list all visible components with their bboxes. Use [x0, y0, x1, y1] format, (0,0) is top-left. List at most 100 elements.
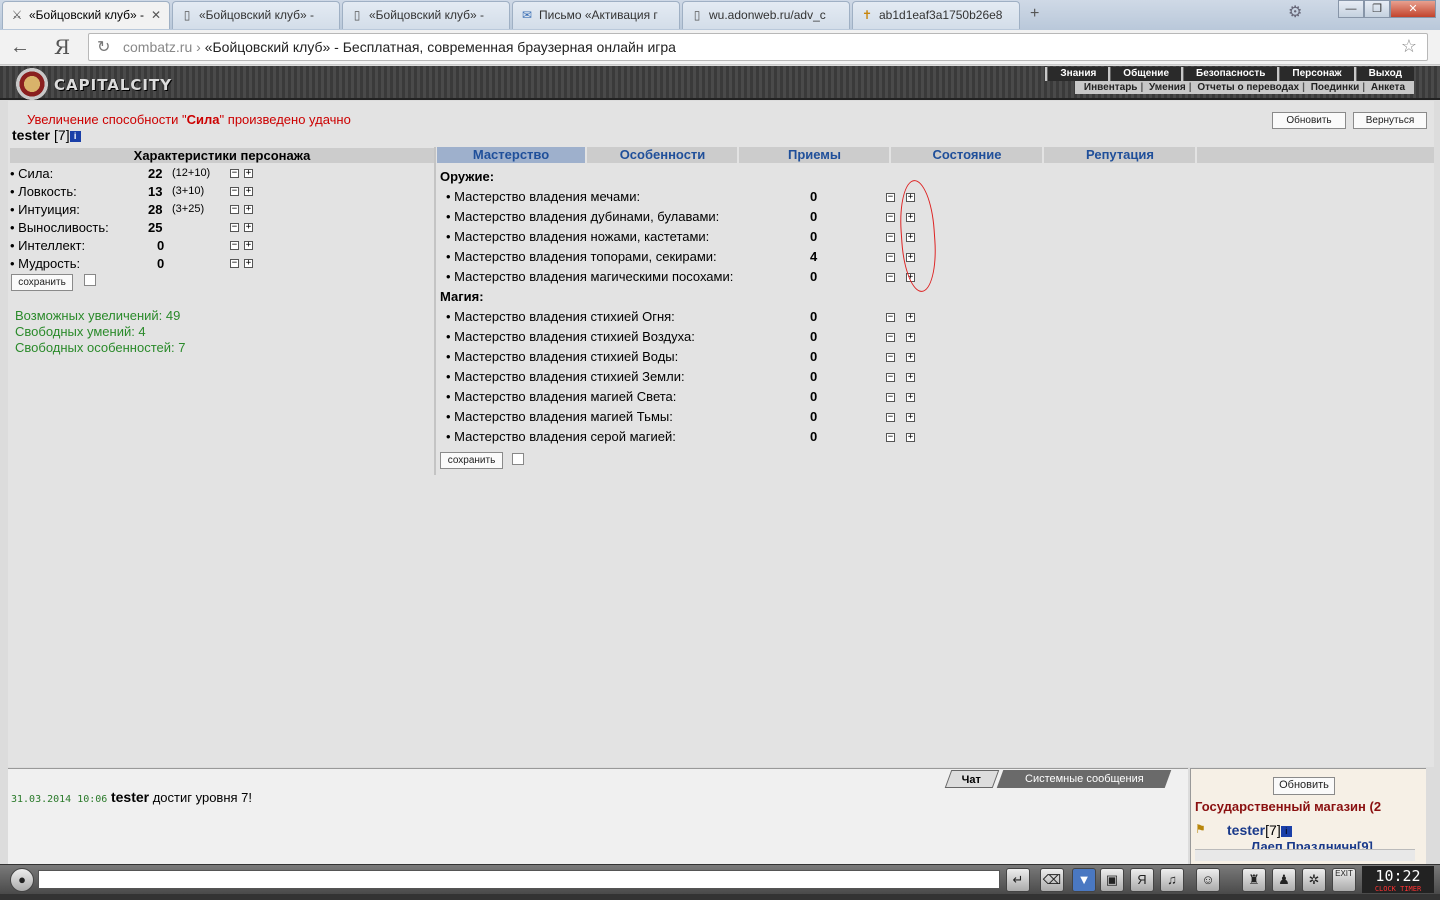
minus-icon[interactable]: −	[230, 205, 239, 214]
plus-icon[interactable]: +	[244, 259, 253, 268]
bug-icon[interactable]: ✲	[1302, 868, 1326, 892]
plus-icon[interactable]: +	[906, 373, 915, 382]
info-icon[interactable]: i	[69, 131, 81, 142]
tab-reputation[interactable]: Репутация	[1045, 147, 1197, 163]
plus-icon[interactable]: +	[906, 393, 915, 402]
shop-title[interactable]: Государственный магазин (2	[1195, 799, 1381, 814]
browser-tab-3[interactable]: ▯ «Бойцовский клуб» -	[342, 1, 510, 29]
minus-icon[interactable]: −	[886, 253, 895, 262]
minus-icon[interactable]: −	[230, 241, 239, 250]
plus-icon[interactable]: +	[906, 333, 915, 342]
save-stats-checkbox[interactable]	[84, 274, 96, 286]
eraser-icon[interactable]: ⌫	[1040, 868, 1064, 892]
plus-icon[interactable]: +	[244, 169, 253, 178]
minus-icon[interactable]: −	[230, 169, 239, 178]
minus-icon[interactable]: −	[886, 333, 895, 342]
minus-icon[interactable]: −	[886, 313, 895, 322]
menu-security[interactable]: Безопасность	[1183, 67, 1278, 81]
save-log-icon[interactable]: ▣	[1100, 868, 1124, 892]
plus-icon[interactable]: +	[244, 187, 253, 196]
plus-icon[interactable]: +	[906, 313, 915, 322]
online-user[interactable]: tester[7] i	[1227, 822, 1292, 838]
save-skills-checkbox[interactable]	[512, 453, 524, 465]
info-icon[interactable]: i	[1280, 826, 1292, 837]
maximize-button[interactable]: ❐	[1364, 0, 1390, 18]
submenu-skills[interactable]: Умения	[1146, 82, 1189, 93]
menu-exit[interactable]: Выход	[1355, 67, 1414, 81]
plus-icon[interactable]: +	[906, 433, 915, 442]
reload-icon[interactable]: ↻	[97, 37, 110, 57]
minus-icon[interactable]: −	[230, 259, 239, 268]
yandex-button[interactable]: Я	[54, 35, 70, 59]
plus-icon[interactable]: +	[906, 353, 915, 362]
menu-communication[interactable]: Общение	[1110, 67, 1181, 81]
minus-icon[interactable]: −	[886, 193, 895, 202]
message-user[interactable]: tester	[111, 789, 149, 805]
filter-icon[interactable]: ▼	[1072, 868, 1096, 892]
tab-features[interactable]: Особенности	[588, 147, 739, 163]
minus-icon[interactable]: −	[230, 187, 239, 196]
browser-tab-1[interactable]: ⚔ «Бойцовский клуб» - ✕	[2, 1, 170, 29]
tab-system-messages[interactable]: Системные сообщения	[996, 770, 1172, 788]
submenu-inventory[interactable]: Инвентарь	[1081, 82, 1141, 93]
tab-mastery[interactable]: Мастерство	[437, 147, 587, 163]
minus-icon[interactable]: −	[886, 233, 895, 242]
submenu-fights[interactable]: Поединки	[1308, 82, 1363, 93]
back-button[interactable]: Вернуться	[1353, 112, 1427, 129]
skill-row: • Мастерство владения стихией Земли: 0 −…	[446, 369, 926, 387]
smiley-menu-icon[interactable]: ●	[10, 868, 34, 892]
skill-value: 0	[810, 229, 818, 244]
minus-icon[interactable]: −	[886, 213, 895, 222]
window-close-button[interactable]: ✕	[1390, 0, 1436, 18]
online-refresh-button[interactable]: Обновить	[1273, 777, 1335, 795]
exit-icon[interactable]: EXIT	[1332, 868, 1356, 892]
menu-knowledge[interactable]: Знания	[1047, 67, 1109, 81]
tab-techniques[interactable]: Приемы	[740, 147, 891, 163]
plus-icon[interactable]: +	[244, 241, 253, 250]
minus-icon[interactable]: −	[886, 373, 895, 382]
menu-character[interactable]: Персонаж	[1279, 67, 1354, 81]
submenu-transfer-reports[interactable]: Отчеты о переводах	[1194, 82, 1302, 93]
skill-name: • Мастерство владения стихией Огня:	[446, 309, 675, 324]
new-tab-button[interactable]: +	[1030, 5, 1039, 23]
save-stats-button[interactable]: сохранить	[11, 274, 73, 291]
game-logo[interactable]: CAPITALCITY	[14, 68, 194, 100]
minus-icon[interactable]: −	[886, 273, 895, 282]
minus-icon[interactable]: −	[886, 413, 895, 422]
crest-icon	[16, 68, 48, 100]
translit-icon[interactable]: Я	[1130, 868, 1154, 892]
smiley-icon[interactable]: ☺	[1196, 868, 1220, 892]
browser-tab-4[interactable]: ✉ Письмо «Активация г	[512, 1, 680, 29]
save-skills-button[interactable]: сохранить	[440, 452, 503, 469]
minus-icon[interactable]: −	[886, 433, 895, 442]
send-icon[interactable]: ↵	[1006, 868, 1030, 892]
skill-value: 0	[810, 189, 818, 204]
plus-icon[interactable]: +	[244, 223, 253, 232]
close-tab-icon[interactable]: ✕	[151, 8, 161, 22]
minus-icon[interactable]: −	[886, 353, 895, 362]
minus-icon[interactable]: −	[886, 393, 895, 402]
skill-value: 0	[810, 369, 818, 384]
user-status-icon: ⚑	[1195, 822, 1206, 836]
url-field[interactable]: ↻ combatz.ru › «Бойцовский клуб» - Беспл…	[88, 33, 1428, 61]
group-icon[interactable]: ♟	[1272, 868, 1296, 892]
chat-input[interactable]	[38, 870, 1000, 889]
plus-icon[interactable]: +	[906, 413, 915, 422]
submenu-profile[interactable]: Анкета	[1368, 82, 1408, 93]
tab-state[interactable]: Состояние	[892, 147, 1044, 163]
back-arrow-icon[interactable]: ←	[10, 36, 30, 59]
minus-icon[interactable]: −	[230, 223, 239, 232]
horizontal-scrollbar[interactable]	[1195, 849, 1415, 861]
browser-tab-5[interactable]: ▯ wu.adonweb.ru/adv_c	[682, 1, 850, 29]
minimize-button[interactable]: —	[1338, 0, 1364, 18]
bookmark-star-icon[interactable]: ☆	[1401, 36, 1417, 57]
browser-tab-6[interactable]: ✝ ab1d1eaf3a1750b26e8	[852, 1, 1020, 29]
gear-icon[interactable]: ⚙	[1288, 2, 1302, 22]
bottle-icon[interactable]: ♜	[1242, 868, 1266, 892]
stat-bonus: (12+10)	[172, 167, 211, 179]
plus-icon[interactable]: +	[244, 205, 253, 214]
sound-icon[interactable]: ♫	[1160, 868, 1184, 892]
tab-chat[interactable]: Чат	[944, 770, 1000, 788]
refresh-button[interactable]: Обновить	[1272, 112, 1346, 129]
browser-tab-2[interactable]: ▯ «Бойцовский клуб» -	[172, 1, 340, 29]
